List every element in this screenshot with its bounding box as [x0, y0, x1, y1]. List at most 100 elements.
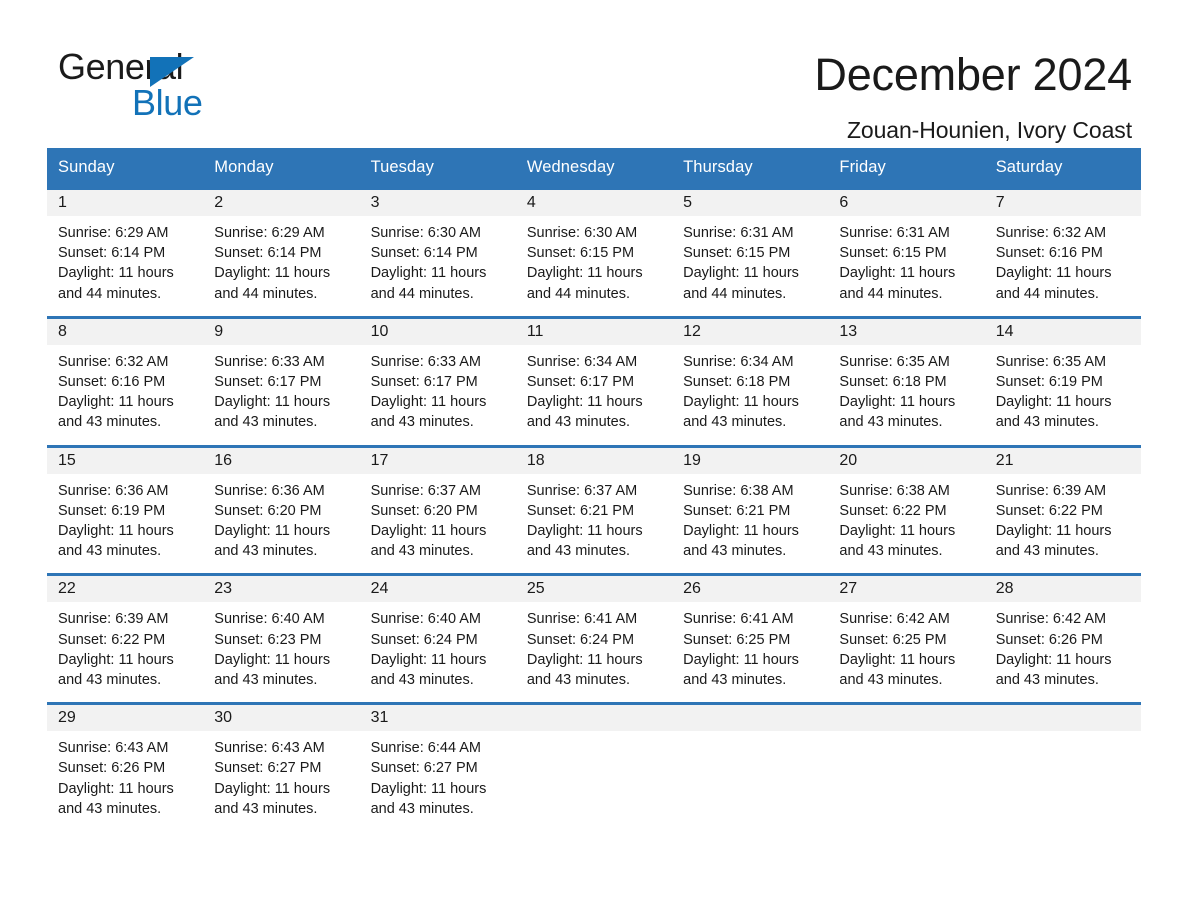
day-cell[interactable]: 6 Sunrise: 6:31 AM Sunset: 6:15 PM Dayli… — [828, 188, 985, 318]
day-cell[interactable]: 19 Sunrise: 6:38 AM Sunset: 6:21 PM Dayl… — [672, 446, 829, 575]
sunset-text: Sunset: 6:19 PM — [995, 374, 1103, 391]
day-cell[interactable]: 5 Sunrise: 6:31 AM Sunset: 6:15 PM Dayli… — [672, 188, 829, 318]
daylight-text-line1: Daylight: 11 hours — [526, 523, 643, 540]
daylight-text-line1: Daylight: 11 hours — [214, 651, 331, 668]
sunset-text: Sunset: 6:22 PM — [58, 631, 166, 648]
daylight-text-line2: and 43 minutes. — [995, 543, 1099, 560]
daylight-text-line2: and 43 minutes. — [683, 672, 787, 689]
day-cell[interactable]: 30 Sunrise: 6:43 AM Sunset: 6:27 PM Dayl… — [203, 703, 360, 832]
day-cell[interactable]: 16 Sunrise: 6:36 AM Sunset: 6:20 PM Dayl… — [203, 446, 360, 575]
day-number: 1 — [47, 190, 204, 216]
day-cell[interactable]: 12 Sunrise: 6:34 AM Sunset: 6:18 PM Dayl… — [672, 317, 829, 447]
day-cell[interactable]: 13 Sunrise: 6:35 AM Sunset: 6:18 PM Dayl… — [828, 317, 985, 447]
day-cell[interactable]: 21 Sunrise: 6:39 AM Sunset: 6:22 PM Dayl… — [984, 446, 1141, 575]
day-cell[interactable]: 20 Sunrise: 6:38 AM Sunset: 6:22 PM Dayl… — [828, 446, 985, 575]
day-cell[interactable]: 7 Sunrise: 6:32 AM Sunset: 6:16 PM Dayli… — [984, 188, 1141, 318]
day-cell[interactable]: 15 Sunrise: 6:36 AM Sunset: 6:19 PM Dayl… — [47, 446, 204, 575]
day-details: Sunrise: 6:42 AM Sunset: 6:25 PM Dayligh… — [828, 602, 984, 702]
day-cell[interactable]: 25 Sunrise: 6:41 AM Sunset: 6:24 PM Dayl… — [515, 574, 673, 704]
day-cell[interactable]: 1 Sunrise: 6:29 AM Sunset: 6:14 PM Dayli… — [47, 188, 204, 318]
day-number — [515, 705, 673, 732]
day-cell-empty — [515, 703, 673, 832]
day-cell[interactable]: 14 Sunrise: 6:35 AM Sunset: 6:19 PM Dayl… — [984, 317, 1141, 447]
daylight-text-line2: and 44 minutes. — [995, 285, 1099, 302]
daylight-text-line1: Daylight: 11 hours — [683, 394, 799, 411]
sunset-text: Sunset: 6:26 PM — [995, 631, 1103, 648]
calendar-page: General Blue December 2024 Zouan-Hounien… — [0, 0, 1188, 918]
day-details: Sunrise: 6:41 AM Sunset: 6:24 PM Dayligh… — [516, 602, 672, 702]
sunrise-text: Sunrise: 6:36 AM — [58, 482, 169, 499]
sunset-text: Sunset: 6:15 PM — [526, 245, 635, 262]
day-number: 12 — [672, 318, 829, 345]
daylight-text-line2: and 43 minutes. — [526, 414, 631, 431]
daylight-text-line2: and 43 minutes. — [214, 543, 318, 560]
day-details: Sunrise: 6:33 AM Sunset: 6:17 PM Dayligh… — [203, 345, 359, 445]
day-details: Sunrise: 6:43 AM Sunset: 6:27 PM Dayligh… — [203, 731, 359, 831]
day-number: 21 — [984, 447, 1141, 474]
day-number: 15 — [47, 447, 204, 474]
day-number: 8 — [47, 318, 204, 345]
day-cell[interactable]: 10 Sunrise: 6:33 AM Sunset: 6:17 PM Dayl… — [359, 317, 516, 447]
sunset-text: Sunset: 6:15 PM — [683, 245, 791, 262]
day-details: Sunrise: 6:36 AM Sunset: 6:20 PM Dayligh… — [203, 474, 359, 574]
sunrise-text: Sunrise: 6:38 AM — [839, 482, 950, 499]
calendar-week-row: 22 Sunrise: 6:39 AM Sunset: 6:22 PM Dayl… — [47, 574, 1141, 704]
generalblue-logo: General Blue — [58, 46, 308, 126]
day-cell[interactable]: 28 Sunrise: 6:42 AM Sunset: 6:26 PM Dayl… — [984, 574, 1141, 704]
day-cell[interactable]: 22 Sunrise: 6:39 AM Sunset: 6:22 PM Dayl… — [47, 574, 204, 704]
day-details: Sunrise: 6:44 AM Sunset: 6:27 PM Dayligh… — [360, 731, 516, 831]
day-cell[interactable]: 2 Sunrise: 6:29 AM Sunset: 6:14 PM Dayli… — [203, 188, 360, 318]
day-cell[interactable]: 9 Sunrise: 6:33 AM Sunset: 6:17 PM Dayli… — [203, 317, 360, 447]
daylight-text-line2: and 43 minutes. — [995, 672, 1099, 689]
daylight-text-line1: Daylight: 11 hours — [683, 651, 799, 668]
calendar-week-row: 15 Sunrise: 6:36 AM Sunset: 6:19 PM Dayl… — [47, 446, 1141, 575]
day-cell[interactable]: 26 Sunrise: 6:41 AM Sunset: 6:25 PM Dayl… — [672, 574, 829, 704]
day-details: Sunrise: 6:34 AM Sunset: 6:18 PM Dayligh… — [672, 345, 828, 445]
daylight-text-line2: and 44 minutes. — [370, 285, 474, 302]
day-details: Sunrise: 6:42 AM Sunset: 6:26 PM Dayligh… — [985, 602, 1141, 702]
logo-text-blue: Blue — [132, 82, 203, 123]
day-details: Sunrise: 6:35 AM Sunset: 6:19 PM Dayligh… — [985, 345, 1141, 445]
day-number: 3 — [359, 190, 516, 216]
daylight-text-line2: and 44 minutes. — [526, 285, 631, 302]
day-number: 16 — [203, 447, 360, 474]
day-cell[interactable]: 4 Sunrise: 6:30 AM Sunset: 6:15 PM Dayli… — [515, 188, 673, 318]
calendar-header-row: Sunday Monday Tuesday Wednesday Thursday… — [47, 148, 1141, 189]
day-details: Sunrise: 6:38 AM Sunset: 6:22 PM Dayligh… — [828, 474, 984, 574]
day-details: Sunrise: 6:41 AM Sunset: 6:25 PM Dayligh… — [672, 602, 828, 702]
daylight-text-line2: and 43 minutes. — [526, 672, 631, 689]
day-details — [672, 731, 828, 750]
day-details: Sunrise: 6:37 AM Sunset: 6:21 PM Dayligh… — [516, 474, 672, 574]
day-cell[interactable]: 11 Sunrise: 6:34 AM Sunset: 6:17 PM Dayl… — [515, 317, 673, 447]
day-cell[interactable]: 27 Sunrise: 6:42 AM Sunset: 6:25 PM Dayl… — [828, 574, 985, 704]
daylight-text-line2: and 43 minutes. — [683, 414, 787, 431]
day-details: Sunrise: 6:34 AM Sunset: 6:17 PM Dayligh… — [516, 345, 672, 445]
calendar-week-row: 8 Sunrise: 6:32 AM Sunset: 6:16 PM Dayli… — [47, 317, 1141, 447]
day-cell[interactable]: 29 Sunrise: 6:43 AM Sunset: 6:26 PM Dayl… — [47, 703, 204, 832]
day-details: Sunrise: 6:29 AM Sunset: 6:14 PM Dayligh… — [203, 216, 359, 316]
sunset-text: Sunset: 6:20 PM — [370, 502, 478, 519]
sunset-text: Sunset: 6:22 PM — [839, 502, 947, 519]
daylight-text-line1: Daylight: 11 hours — [370, 394, 487, 411]
daylight-text-line1: Daylight: 11 hours — [995, 265, 1112, 282]
daylight-text-line1: Daylight: 11 hours — [370, 780, 487, 797]
weekday-header-thursday: Thursday — [672, 148, 829, 189]
day-number: 20 — [828, 447, 985, 474]
day-cell[interactable]: 3 Sunrise: 6:30 AM Sunset: 6:14 PM Dayli… — [359, 188, 516, 318]
day-details — [516, 731, 672, 750]
sunrise-text: Sunrise: 6:41 AM — [526, 611, 638, 628]
sunset-text: Sunset: 6:14 PM — [370, 245, 478, 262]
day-cell[interactable]: 17 Sunrise: 6:37 AM Sunset: 6:20 PM Dayl… — [359, 446, 516, 575]
weekday-header-monday: Monday — [203, 148, 360, 189]
sunset-text: Sunset: 6:24 PM — [526, 631, 635, 648]
day-number: 30 — [203, 705, 360, 732]
sunset-text: Sunset: 6:18 PM — [683, 374, 791, 391]
day-cell[interactable]: 18 Sunrise: 6:37 AM Sunset: 6:21 PM Dayl… — [515, 446, 673, 575]
day-cell[interactable]: 31 Sunrise: 6:44 AM Sunset: 6:27 PM Dayl… — [359, 703, 516, 832]
day-cell[interactable]: 24 Sunrise: 6:40 AM Sunset: 6:24 PM Dayl… — [359, 574, 516, 704]
daylight-text-line1: Daylight: 11 hours — [839, 265, 956, 282]
day-cell[interactable]: 8 Sunrise: 6:32 AM Sunset: 6:16 PM Dayli… — [47, 317, 204, 447]
day-cell[interactable]: 23 Sunrise: 6:40 AM Sunset: 6:23 PM Dayl… — [203, 574, 360, 704]
day-details: Sunrise: 6:31 AM Sunset: 6:15 PM Dayligh… — [828, 216, 984, 316]
sunset-text: Sunset: 6:24 PM — [370, 631, 478, 648]
